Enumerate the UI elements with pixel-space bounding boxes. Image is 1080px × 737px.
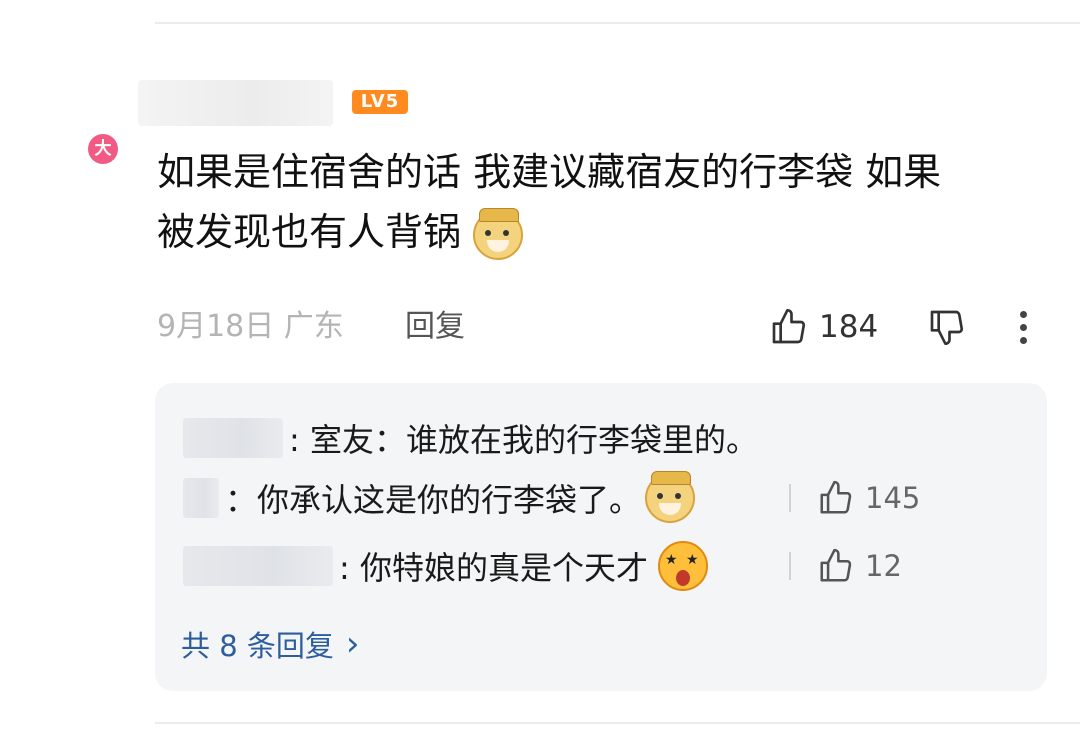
like-count: 184 bbox=[819, 309, 879, 345]
separator bbox=[789, 484, 791, 512]
doge-emoji-icon bbox=[473, 207, 524, 260]
like-button[interactable]: 184 bbox=[769, 305, 878, 349]
level-badge: LV5 bbox=[352, 90, 408, 114]
reply-like-count: 12 bbox=[865, 549, 902, 583]
reply-text: : 室友：谁放在我的行李袋里的。 bbox=[289, 421, 758, 459]
reply-item[interactable]: ：你承认这是你的行李袋了。 bbox=[183, 471, 696, 525]
thumbs-down-icon bbox=[930, 310, 964, 345]
reply-text: ：你承认这是你的行李袋了。 bbox=[225, 481, 642, 519]
top-divider bbox=[155, 22, 1080, 24]
chevron-right-icon: › bbox=[345, 624, 360, 664]
username-blurred[interactable] bbox=[138, 80, 333, 126]
reply-item[interactable]: : 你特娘的真是个天才 bbox=[183, 539, 708, 593]
more-vertical-icon[interactable] bbox=[1015, 307, 1031, 347]
reply-author-blurred[interactable] bbox=[183, 478, 219, 518]
reply-button[interactable]: 回复 bbox=[405, 305, 465, 349]
view-all-replies-link[interactable]: 共 8 条回复 › bbox=[181, 623, 360, 665]
comment-date-location: 9月18日 广东 bbox=[157, 309, 344, 344]
reply-like-button[interactable]: 145 bbox=[789, 471, 920, 525]
separator bbox=[789, 552, 791, 580]
reply-author-blurred[interactable] bbox=[183, 418, 283, 458]
thumbs-up-icon bbox=[820, 548, 852, 582]
comment-text-line1: 如果是住宿舍的话 我建议藏宿友的行李袋 如果 bbox=[157, 150, 942, 194]
doge-emoji-icon bbox=[645, 471, 696, 523]
comment-body: 如果是住宿舍的话 我建议藏宿友的行李袋 如果 被发现也有人背锅 bbox=[157, 142, 1037, 262]
comment-meta-row: 9月18日 广东 回复 184 bbox=[157, 305, 1050, 349]
reply-like-button[interactable]: 12 bbox=[789, 539, 902, 593]
reply-author-blurred[interactable] bbox=[183, 546, 333, 586]
bottom-divider bbox=[155, 722, 1080, 724]
region-tag-icon: 大 bbox=[88, 134, 118, 164]
starstruck-emoji-icon bbox=[657, 541, 708, 591]
replies-panel: : 室友：谁放在我的行李袋里的。 ：你承认这是你的行李袋了。 145 : 你特娘… bbox=[155, 383, 1047, 691]
reply-like-count: 145 bbox=[865, 481, 921, 515]
thumbs-up-icon bbox=[820, 480, 852, 514]
comment-text-line2: 被发现也有人背锅 bbox=[157, 210, 462, 254]
dislike-button[interactable] bbox=[927, 307, 967, 351]
reply-item[interactable]: : 室友：谁放在我的行李袋里的。 bbox=[183, 411, 758, 465]
thumbs-up-icon bbox=[772, 309, 806, 344]
total-replies-label: 共 8 条回复 bbox=[181, 629, 334, 663]
reply-text: : 你特娘的真是个天才 bbox=[339, 549, 648, 587]
